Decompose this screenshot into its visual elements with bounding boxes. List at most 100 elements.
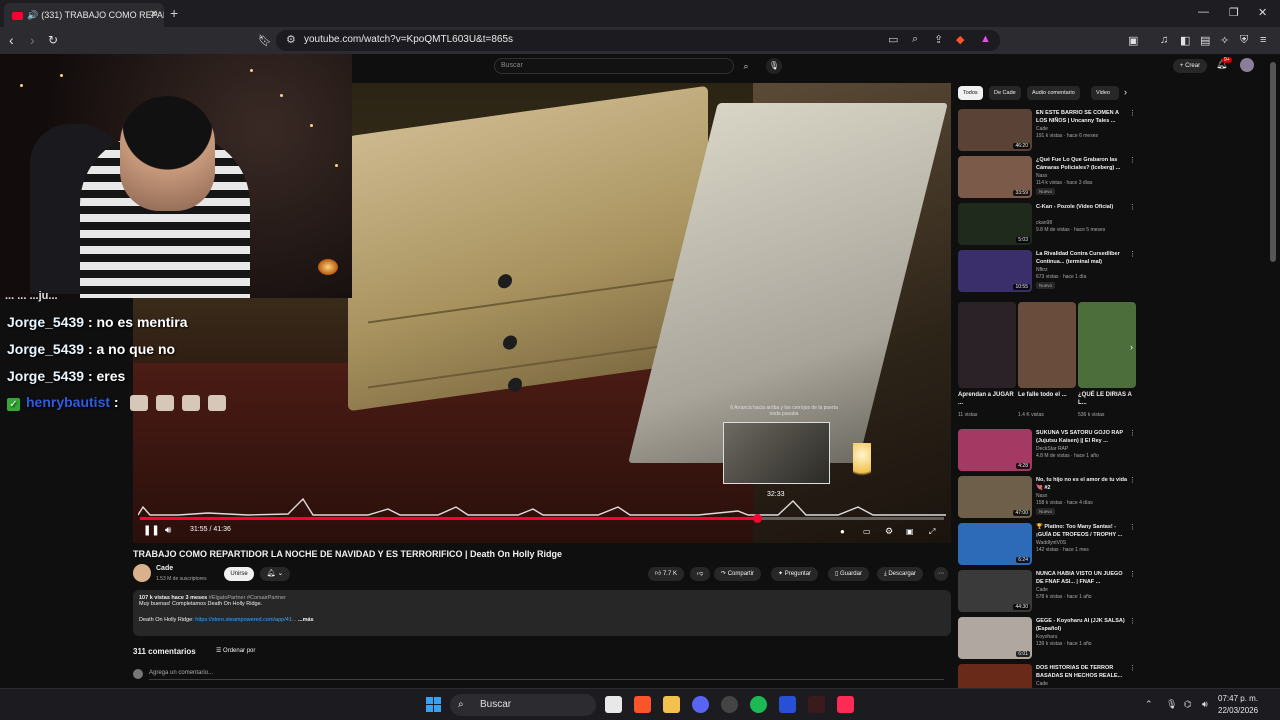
obs-icon[interactable] — [721, 696, 738, 713]
miniplayer-icon[interactable]: ▣ — [906, 527, 914, 536]
recommendation-title[interactable]: ¿Qué Fue Lo Que Grabaron las Cámaras Pol… — [1036, 157, 1130, 172]
page-scrollbar[interactable] — [1270, 62, 1276, 262]
recommendation-item[interactable]: 10:55 La Rivalidad Contra Cursedliber Con… — [958, 250, 1138, 294]
channel-avatar[interactable] — [133, 564, 151, 582]
recommendation-thumbnail[interactable]: 44:30 — [958, 570, 1032, 612]
chips-next-icon[interactable]: › — [1124, 87, 1127, 97]
sidebar-panel-icon[interactable]: ▣ — [1128, 34, 1138, 47]
save-button[interactable]: ▯ Guardar — [828, 567, 869, 581]
recommendation-item[interactable]: 33:59 ¿Qué Fue Lo Que Grabaron las Cámara… — [958, 156, 1138, 200]
share-icon[interactable]: ⇪ — [934, 33, 943, 46]
windows-start-icon[interactable] — [426, 697, 441, 712]
wifi-icon[interactable]: ⌬ — [1184, 699, 1192, 710]
more-options-icon[interactable]: ⋮ — [1129, 156, 1136, 164]
recommendation-thumbnail[interactable]: 4:28 — [958, 429, 1032, 471]
chip-de-cade[interactable]: De Cade — [989, 86, 1021, 100]
video-description[interactable]: 107 k vistas hace 3 meses #ElgatoPartner… — [133, 590, 951, 636]
pause-icon[interactable]: ❚❚ — [143, 525, 160, 536]
address-bar[interactable]: ⚙ youtube.com/watch?v=KpoQMTL603U&t=865s… — [276, 30, 1000, 51]
channel-name[interactable]: Cade — [156, 565, 173, 572]
share-button[interactable]: ↷ Compartir — [714, 567, 762, 581]
add-comment-input[interactable]: Agrega un comentario... — [149, 670, 213, 676]
subtitles-icon[interactable]: ▭ — [863, 527, 871, 536]
close-tab-icon[interactable]: ✕ — [150, 3, 158, 27]
recommendation-channel[interactable]: WaddlyntV0S — [1036, 540, 1066, 546]
recommendation-thumbnail[interactable]: 5:03 — [958, 203, 1032, 245]
recommendation-thumbnail[interactable]: 33:59 — [958, 156, 1032, 198]
recommendation-channel[interactable]: Koyoharu — [1036, 634, 1057, 640]
like-button[interactable]: 👍︎ 7.7 K — [648, 567, 684, 581]
mic-icon[interactable]: 🎙︎ — [766, 58, 782, 74]
short-item[interactable]: Le falle todo el ... 1.4 K vistas — [1018, 302, 1076, 422]
spotify-icon[interactable] — [750, 696, 767, 713]
recommendation-title[interactable]: SUKUNA VS SATORU GOJO RAP (Jujutsu Kaise… — [1036, 430, 1130, 445]
progress-scrubber-handle[interactable] — [752, 514, 762, 523]
recommendation-channel[interactable]: Cade — [1036, 587, 1048, 593]
wallet-icon[interactable]: ▤ — [1200, 34, 1210, 47]
search-icon[interactable]: ⌕ — [734, 58, 758, 74]
minimize-button[interactable]: — — [1198, 6, 1209, 18]
tiktok-icon[interactable] — [837, 696, 854, 713]
recommendation-title[interactable]: GEGE - Koyoharu AI (JJK SALSA)(Español) — [1036, 618, 1130, 633]
bookmark-icon[interactable]: 🔖︎ — [258, 34, 272, 47]
chip-audio-comentario[interactable]: Audio comentario — [1027, 86, 1080, 100]
desc-link[interactable]: https://store.steampowered.com/app/41... — [195, 617, 296, 623]
recommendation-thumbnail[interactable]: 6:01 — [958, 617, 1032, 659]
more-options-icon[interactable]: ⋮ — [1129, 109, 1136, 117]
create-button[interactable]: + Crear — [1173, 59, 1207, 73]
recommendation-item[interactable]: 6:01 GEGE - Koyoharu AI (JJK SALSA)(Españ… — [958, 617, 1138, 661]
recommendation-channel[interactable]: Nfkrz — [1036, 267, 1048, 273]
sort-comments-button[interactable]: ☰ Ordenar por — [216, 647, 255, 654]
recommendation-item[interactable]: 6:24 🏆 Platino: Too Many Santas! - ¡GUÍA … — [958, 523, 1138, 567]
leo-icon[interactable]: ✧ — [1220, 34, 1229, 47]
brave-shield-icon[interactable]: ◆ — [956, 33, 964, 46]
mic-tray-icon[interactable]: 🎙︎ — [1166, 699, 1177, 710]
subscription-bell-button[interactable]: 🔔︎ ⌄ — [260, 567, 290, 581]
reload-icon[interactable]: ↻ — [48, 33, 58, 47]
shorts-next-icon[interactable]: › — [1130, 342, 1133, 352]
more-options-icon[interactable]: ⋮ — [1129, 250, 1136, 258]
brave-browser-icon[interactable] — [634, 696, 651, 713]
recommendation-channel[interactable]: DeckStar RAP — [1036, 446, 1068, 452]
zoom-icon[interactable]: ⌕ — [912, 33, 918, 46]
recommendation-item[interactable]: 46:20 EN ESTE BARRIO SE COMEN A LOS NIÑOS… — [958, 109, 1138, 153]
ask-button[interactable]: ✦ Preguntar — [771, 567, 819, 581]
short-item[interactable]: Aprendan a JUGAR ... 11 vistas — [958, 302, 1016, 422]
browser-tab[interactable]: 🔊 (331) TRABAJO COMO REPAR ✕ — [4, 3, 164, 27]
cast-icon[interactable]: ▭ — [888, 33, 898, 46]
v-app-icon[interactable] — [779, 696, 796, 713]
forward-icon[interactable]: › — [30, 32, 35, 48]
recommendation-channel[interactable]: Cade — [1036, 126, 1048, 132]
recommendation-title[interactable]: 🏆 Platino: Too Many Santas! - ¡GUÍA DE T… — [1036, 524, 1130, 539]
new-tab-button[interactable]: + — [170, 5, 178, 21]
menu-icon[interactable]: ≡ — [1260, 34, 1266, 46]
chip-todos[interactable]: Todos — [958, 86, 983, 100]
more-options-icon[interactable]: ⋮ — [1129, 617, 1136, 625]
recommendation-channel[interactable]: Nasx — [1036, 493, 1047, 499]
back-icon[interactable]: ‹ — [9, 32, 14, 48]
more-options-icon[interactable]: ⋮ — [1129, 476, 1136, 484]
recommendation-item[interactable]: 44:30 NUNCA HABIA VISTO UN JUEGO DE FNAF … — [958, 570, 1138, 614]
volume-tray-icon[interactable]: 🔊︎ — [1202, 699, 1208, 710]
more-options-icon[interactable]: ⋮ — [1129, 203, 1136, 211]
more-options-icon[interactable]: ⋮ — [1129, 429, 1136, 437]
volume-icon[interactable]: 🔊︎ — [165, 525, 171, 536]
join-button[interactable]: Unirse — [224, 567, 254, 581]
recommendation-title[interactable]: La Rivalidad Contra Cursedliber Continua… — [1036, 251, 1130, 266]
recommendation-title[interactable]: EN ESTE BARRIO SE COMEN A LOS NIÑOS | Un… — [1036, 110, 1130, 125]
sidebar-toggle-icon[interactable]: ◧ — [1180, 34, 1190, 47]
recommendation-title[interactable]: No, tu hijo no es el amor de tu vida 💘 #… — [1036, 477, 1130, 492]
recommendation-thumbnail[interactable]: 46:20 — [958, 109, 1032, 151]
more-options-icon[interactable]: ⋮ — [1129, 664, 1136, 672]
recommendation-channel[interactable]: Nasx — [1036, 173, 1047, 179]
brave-rewards-icon[interactable]: ▲ — [980, 33, 991, 45]
taskbar-search[interactable]: Buscar — [450, 694, 596, 716]
media-icon[interactable]: ♫ — [1160, 34, 1168, 46]
vpn-icon[interactable]: ⛨ — [1240, 34, 1248, 47]
recommendation-title[interactable]: DOS HISTORIAS DE TERROR BASADAS EN HECHO… — [1036, 665, 1130, 680]
recommendation-thumbnail[interactable]: 47:00 — [958, 476, 1032, 518]
recommendation-thumbnail[interactable] — [958, 664, 1032, 688]
desc-more[interactable]: ...más — [298, 617, 314, 623]
file-explorer-icon[interactable] — [663, 696, 680, 713]
recommendation-channel[interactable]: ckan98 — [1036, 220, 1052, 226]
